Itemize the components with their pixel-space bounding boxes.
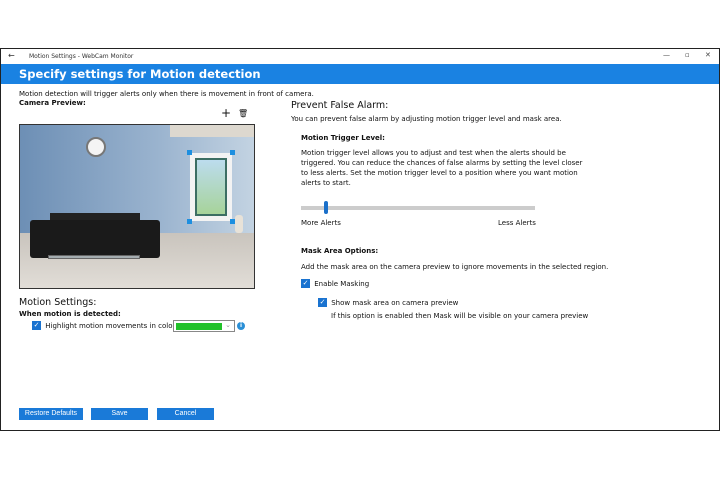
table-image: [48, 255, 140, 259]
prevent-desc: You can prevent false alarm by adjusting…: [291, 115, 562, 123]
mask-handle[interactable]: [230, 150, 235, 155]
maximize-button[interactable]: ▫: [685, 51, 690, 59]
highlight-checkbox[interactable]: ✓: [32, 321, 41, 330]
show-mask-label: Show mask area on camera preview: [331, 298, 459, 307]
prevent-title: Prevent False Alarm:: [291, 100, 389, 111]
show-mask-row: ✓ Show mask area on camera preview: [318, 298, 458, 307]
ceiling: [170, 125, 254, 137]
trigger-desc: Motion trigger level allows you to adjus…: [301, 149, 583, 187]
highlight-row: ✓ Highlight motion movements in color:: [32, 321, 178, 330]
enable-masking-label: Enable Masking: [314, 279, 370, 288]
delete-icon[interactable]: 🗑: [238, 109, 248, 118]
color-dropdown[interactable]: ⌄: [173, 320, 235, 332]
slider-min-label: More Alerts: [301, 219, 341, 227]
camera-preview-label: Camera Preview:: [19, 99, 86, 107]
motion-settings-title: Motion Settings:: [19, 297, 97, 308]
app-window: ← Motion Settings - WebCam Monitor — ▫ ✕…: [0, 48, 720, 431]
color-swatch: [176, 323, 222, 330]
slider-thumb[interactable]: [324, 201, 328, 214]
motion-subtitle: When motion is detected:: [19, 310, 121, 318]
clock-image: [86, 137, 106, 157]
sofa-image: [30, 220, 160, 258]
mask-title: Mask Area Options:: [301, 247, 379, 255]
highlight-label: Highlight motion movements in color:: [45, 321, 178, 330]
window-image: [190, 153, 232, 221]
window-title: Motion Settings - WebCam Monitor: [29, 53, 134, 60]
add-mask-icon[interactable]: +: [221, 107, 231, 119]
enable-masking-row: ✓ Enable Masking: [301, 279, 369, 288]
page-header: Specify settings for Motion detection: [1, 64, 719, 84]
trigger-title: Motion Trigger Level:: [301, 134, 385, 142]
intro-text: Motion detection will trigger alerts onl…: [19, 90, 314, 98]
chevron-down-icon: ⌄: [225, 321, 231, 329]
back-button[interactable]: ←: [8, 51, 15, 60]
mask-handle[interactable]: [187, 150, 192, 155]
mask-handle[interactable]: [187, 219, 192, 224]
show-mask-checkbox[interactable]: ✓: [318, 298, 327, 307]
cancel-button[interactable]: Cancel: [157, 408, 214, 420]
restore-defaults-button[interactable]: Restore Defaults: [19, 408, 83, 420]
title-bar: ← Motion Settings - WebCam Monitor — ▫ ✕: [1, 49, 719, 64]
show-mask-note: If this option is enabled then Mask will…: [331, 312, 589, 320]
save-button[interactable]: Save: [91, 408, 148, 420]
camera-preview[interactable]: [19, 124, 255, 289]
close-button[interactable]: ✕: [705, 51, 711, 59]
vase-image: [235, 215, 243, 233]
enable-masking-checkbox[interactable]: ✓: [301, 279, 310, 288]
mask-desc: Add the mask area on the camera preview …: [301, 263, 609, 271]
trigger-slider[interactable]: [301, 201, 535, 214]
minimize-button[interactable]: —: [663, 51, 670, 59]
slider-max-label: Less Alerts: [498, 219, 536, 227]
info-icon[interactable]: i: [237, 322, 245, 330]
